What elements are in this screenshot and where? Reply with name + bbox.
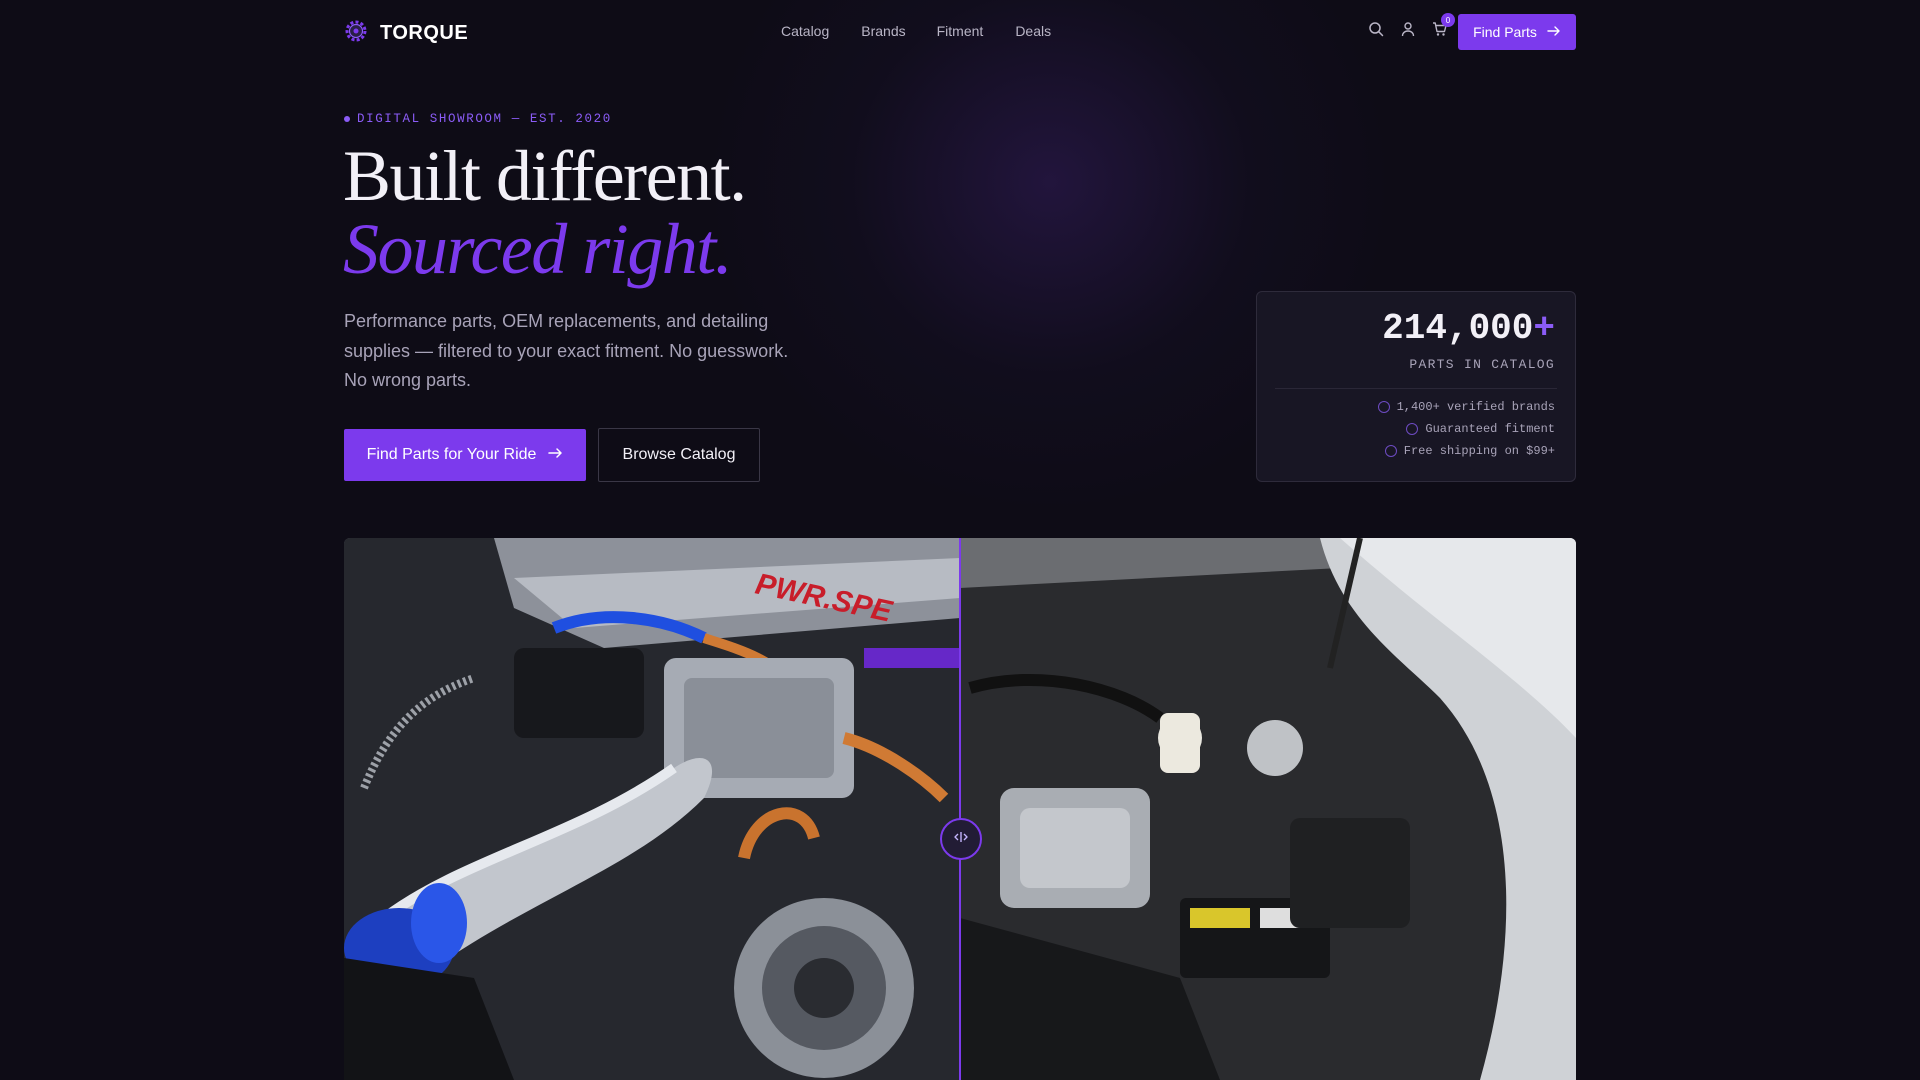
catalog-count-plus: + [1533, 308, 1555, 349]
user-icon[interactable] [1399, 20, 1417, 38]
modified-engine-image: PWR.SPE [344, 538, 960, 1080]
find-parts-for-your-ride-button[interactable]: Find Parts for Your Ride [344, 429, 586, 481]
primary-cta-label: Find Parts for Your Ride [366, 446, 537, 463]
brand-name: TORQUE [380, 22, 469, 44]
gear-logo-icon [344, 19, 368, 48]
hero-description: Performance parts, OEM replacements, and… [344, 311, 789, 390]
top-nav: TORQUE Catalog Brands Fitment Deals 0 Fi… [0, 0, 1920, 64]
drag-handle-icon [953, 830, 969, 848]
check-circle-icon [1377, 401, 1390, 413]
brand[interactable]: TORQUE [344, 19, 468, 48]
stats-divider [1275, 388, 1557, 389]
catalog-count: 214,000+ [1382, 308, 1555, 349]
nav-link-brands[interactable]: Brands [861, 23, 905, 39]
hero-title-line2: Sourced right. [343, 209, 733, 289]
comparison-divider [959, 538, 961, 1080]
nav-link-catalog[interactable]: Catalog [781, 23, 829, 39]
feature-text: Free shipping on $99+ [1403, 444, 1555, 458]
before-after-comparison[interactable]: PWR.SPE [344, 538, 1576, 1080]
find-parts-nav-button[interactable]: Find Parts [1458, 14, 1576, 50]
feature-item: 1,400+ verified brands [1377, 400, 1555, 414]
arrow-right-icon [548, 446, 563, 464]
feature-text: Guaranteed fitment [1425, 422, 1555, 436]
eyebrow-dot-icon [344, 116, 350, 122]
comparison-slider-handle[interactable] [940, 818, 982, 860]
nav-icons: 0 [1367, 13, 1455, 38]
catalog-count-value: 214,000 [1382, 308, 1534, 349]
hero-title-line1: Built different. [343, 136, 747, 216]
catalog-count-label: PARTS IN CATALOG [1409, 357, 1555, 372]
stock-engine-image [960, 538, 1576, 1080]
feature-item: Guaranteed fitment [1406, 422, 1555, 436]
check-circle-icon [1384, 445, 1397, 457]
search-icon[interactable] [1367, 20, 1385, 38]
nav-link-fitment[interactable]: Fitment [937, 23, 984, 39]
browse-catalog-button[interactable]: Browse Catalog [598, 428, 760, 482]
cart-count-badge: 0 [1441, 13, 1455, 27]
stats-features: 1,400+ verified brands Guaranteed fitmen… [1377, 400, 1555, 458]
nav-link-deals[interactable]: Deals [1015, 23, 1051, 39]
nav-links: Catalog Brands Fitment Deals [781, 23, 1083, 39]
secondary-cta-label: Browse Catalog [622, 446, 736, 463]
eyebrow-text: DIGITAL SHOWROOM — EST. 2020 [357, 112, 612, 126]
find-parts-nav-label: Find Parts [1473, 24, 1537, 40]
cart-icon[interactable]: 0 [1431, 13, 1455, 38]
feature-text: 1,400+ verified brands [1396, 400, 1555, 414]
check-circle-icon [1406, 423, 1419, 435]
feature-item: Free shipping on $99+ [1384, 444, 1555, 458]
catalog-stats-card: 214,000+ PARTS IN CATALOG 1,400+ verifie… [1256, 291, 1576, 482]
arrow-right-icon [1547, 24, 1561, 40]
hero-eyebrow: DIGITAL SHOWROOM — EST. 2020 [344, 112, 612, 126]
